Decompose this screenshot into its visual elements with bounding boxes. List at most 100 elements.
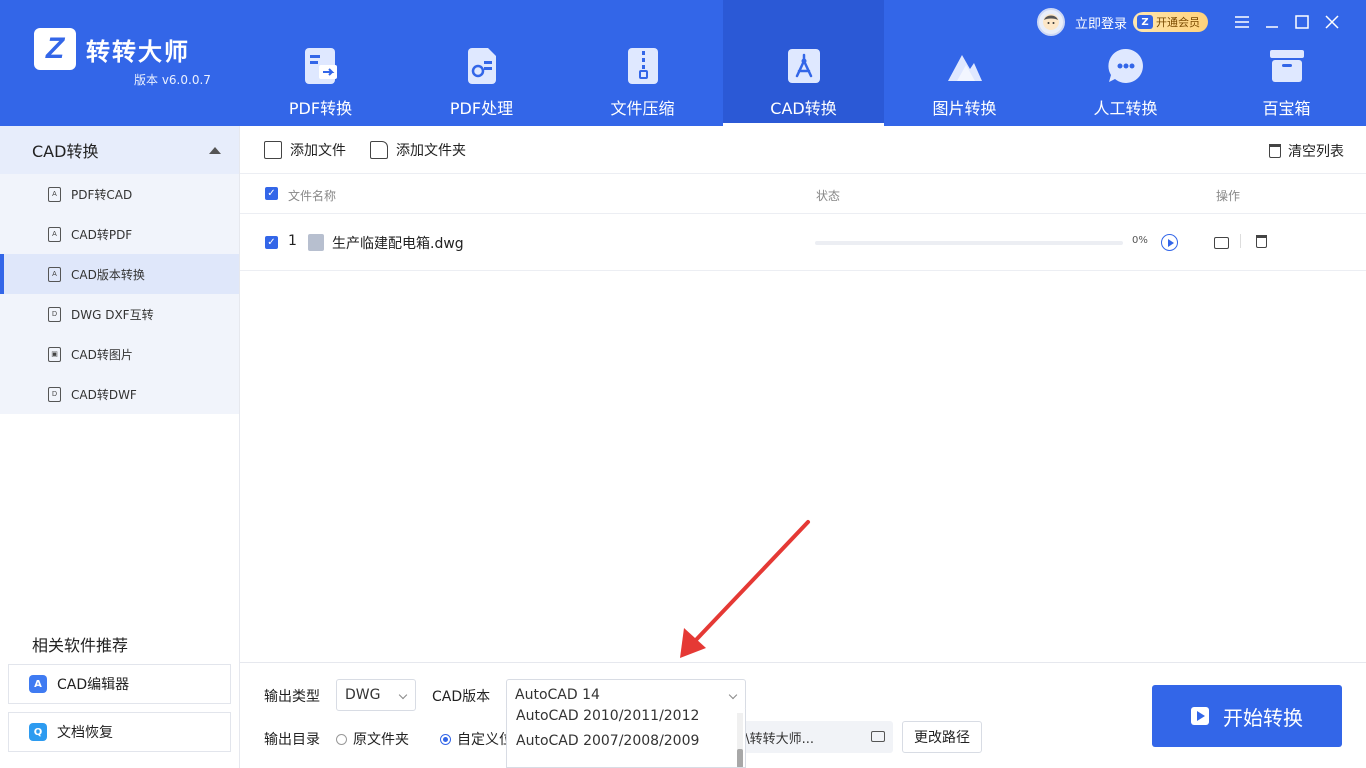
sidebar-item-label: CAD转PDF <box>71 227 133 242</box>
nav-pdf-process[interactable]: PDF处理 <box>401 0 562 126</box>
file-icon: D <box>48 306 61 322</box>
radio-custom-folder[interactable]: 自定义位 <box>440 729 513 749</box>
vip-button[interactable]: Z 开通会员 <box>1133 12 1208 32</box>
nav-label: 百宝箱 <box>1262 99 1311 118</box>
sidebar-section-cad: CAD转换 A PDF转CAD A CAD转PDF A CAD版本转换 D DW… <box>0 126 239 414</box>
start-convert-button[interactable]: 开始转换 <box>1152 685 1342 747</box>
login-link[interactable]: 立即登录 <box>1075 13 1127 32</box>
file-icon: A <box>48 266 61 282</box>
app-version: 版本 v6.0.0.7 <box>134 73 211 87</box>
logo-icon: Z <box>34 28 76 70</box>
add-folder-icon <box>370 140 388 159</box>
sidebar-section-title: CAD转换 <box>32 142 99 161</box>
image-icon <box>946 47 984 85</box>
sidebar-item-cad-to-dwf[interactable]: D CAD转DWF <box>0 374 239 414</box>
dropdown-option[interactable]: AutoCAD 2010/2011/2012 <box>507 709 745 725</box>
progress-bar <box>815 241 1123 245</box>
table-row[interactable]: ✓ 1 生产临建配电箱.dwg 0% <box>240 214 1366 271</box>
row-filename: 生产临建配电箱.dwg <box>332 236 464 252</box>
app-logo: Z 转转大师 <box>34 28 190 70</box>
nav-image-convert[interactable]: 图片转换 <box>884 0 1045 126</box>
sidebar-item-label: CAD转图片 <box>71 347 133 362</box>
recommend-title: 相关软件推荐 <box>32 636 129 655</box>
nav-compress[interactable]: 文件压缩 <box>562 0 723 126</box>
pdf-convert-icon <box>302 47 340 85</box>
add-file-button[interactable]: 添加文件 <box>264 140 346 160</box>
sidebar-item-cad-version[interactable]: A CAD版本转换 <box>0 254 239 294</box>
add-file-label: 添加文件 <box>290 142 346 159</box>
menu-icon[interactable] <box>1228 8 1256 36</box>
action-divider <box>1240 234 1241 248</box>
app-name: 转转大师 <box>86 37 190 66</box>
nav-label: CAD转换 <box>770 99 837 118</box>
nav-cad-convert[interactable]: CAD转换 <box>723 0 884 126</box>
row-checkbox[interactable]: ✓ <box>265 236 278 249</box>
zip-icon <box>624 47 662 85</box>
dropdown-scroll-thumb[interactable] <box>737 749 743 767</box>
delete-icon[interactable] <box>1256 235 1267 248</box>
radio-original-folder[interactable]: 原文件夹 <box>336 729 409 749</box>
vip-icon: Z <box>1137 15 1153 29</box>
table-header: ✓ 文件名称 状态 操作 <box>240 174 1366 214</box>
start-convert-label: 开始转换 <box>1223 705 1303 730</box>
output-path-field[interactable]: p\转转大师... <box>733 721 893 753</box>
file-icon: A <box>48 226 61 242</box>
radio-label: 原文件夹 <box>353 732 409 748</box>
sidebar-item-label: CAD版本转换 <box>71 267 145 282</box>
close-icon[interactable] <box>1318 8 1346 36</box>
cad-version-value: AutoCAD 14 <box>515 687 600 703</box>
output-type-value: DWG <box>345 687 381 703</box>
output-type-label: 输出类型 <box>264 689 320 705</box>
chevron-down-icon <box>728 690 738 700</box>
nav-label: 图片转换 <box>932 99 997 118</box>
clear-list-label: 清空列表 <box>1288 144 1344 160</box>
recommend-doc-recovery[interactable]: Q 文档恢复 <box>8 712 231 752</box>
nav-label: PDF转换 <box>288 99 353 118</box>
maximize-icon[interactable] <box>1288 8 1316 36</box>
sidebar-item-pdf-to-cad[interactable]: A PDF转CAD <box>0 174 239 214</box>
sidebar-item-label: PDF转CAD <box>71 187 133 202</box>
output-type-select[interactable]: DWG <box>336 679 416 711</box>
trash-icon <box>1269 144 1281 158</box>
sidebar-section-header[interactable]: CAD转换 <box>0 126 239 174</box>
file-icon: A <box>48 186 61 202</box>
chevron-down-icon <box>398 690 408 700</box>
output-dir-label: 输出目录 <box>264 732 320 748</box>
column-action: 操作 <box>1216 189 1241 203</box>
sidebar-item-label: DWG DXF互转 <box>71 307 154 322</box>
clear-list-button[interactable]: 清空列表 <box>1269 141 1344 161</box>
nav-label: 人工转换 <box>1093 99 1158 118</box>
play-icon[interactable] <box>1161 234 1178 251</box>
radio-checked-icon <box>440 733 451 745</box>
title-bar: Z 转转大师 版本 v6.0.0.7 PDF转换 PDF处理 文件压缩 CAD转… <box>0 0 1366 126</box>
cad-version-select[interactable]: AutoCAD 14 <box>506 679 746 711</box>
cad-version-dropdown: AutoCAD 2010/2011/2012 AutoCAD 2007/2008… <box>506 709 746 768</box>
minimize-icon[interactable] <box>1258 8 1286 36</box>
cad-version-label: CAD版本 <box>432 689 491 705</box>
play-icon <box>1191 707 1209 725</box>
change-path-button[interactable]: 更改路径 <box>902 721 982 753</box>
recommend-label: CAD编辑器 <box>57 677 130 693</box>
radio-icon <box>336 733 347 745</box>
browse-folder-icon[interactable] <box>871 731 885 742</box>
recommend-label: 文档恢复 <box>57 725 113 741</box>
open-folder-icon[interactable] <box>1214 237 1229 249</box>
column-filename: 文件名称 <box>288 189 337 203</box>
output-options: 输出类型 DWG CAD版本 AutoCAD 14 输出目录 原文件夹 自定义位… <box>240 662 1366 768</box>
select-all-checkbox[interactable]: ✓ <box>265 187 278 200</box>
sidebar-item-label: CAD转DWF <box>71 387 137 402</box>
chevron-up-icon <box>209 146 221 154</box>
avatar[interactable] <box>1036 8 1065 36</box>
recommend-cad-editor[interactable]: A CAD编辑器 <box>8 664 231 704</box>
sidebar-item-cad-to-pdf[interactable]: A CAD转PDF <box>0 214 239 254</box>
add-file-icon <box>264 140 282 159</box>
toolbox-icon <box>1268 47 1306 85</box>
add-folder-label: 添加文件夹 <box>396 142 466 159</box>
dropdown-option[interactable]: AutoCAD 2007/2008/2009 <box>507 725 745 757</box>
chat-icon <box>1107 47 1145 85</box>
sidebar-item-cad-to-image[interactable]: ▣ CAD转图片 <box>0 334 239 374</box>
add-folder-button[interactable]: 添加文件夹 <box>370 140 466 160</box>
sidebar-item-dwg-dxf[interactable]: D DWG DXF互转 <box>0 294 239 334</box>
nav-pdf-convert[interactable]: PDF转换 <box>240 0 401 126</box>
output-path-value: p\转转大师... <box>737 731 815 747</box>
